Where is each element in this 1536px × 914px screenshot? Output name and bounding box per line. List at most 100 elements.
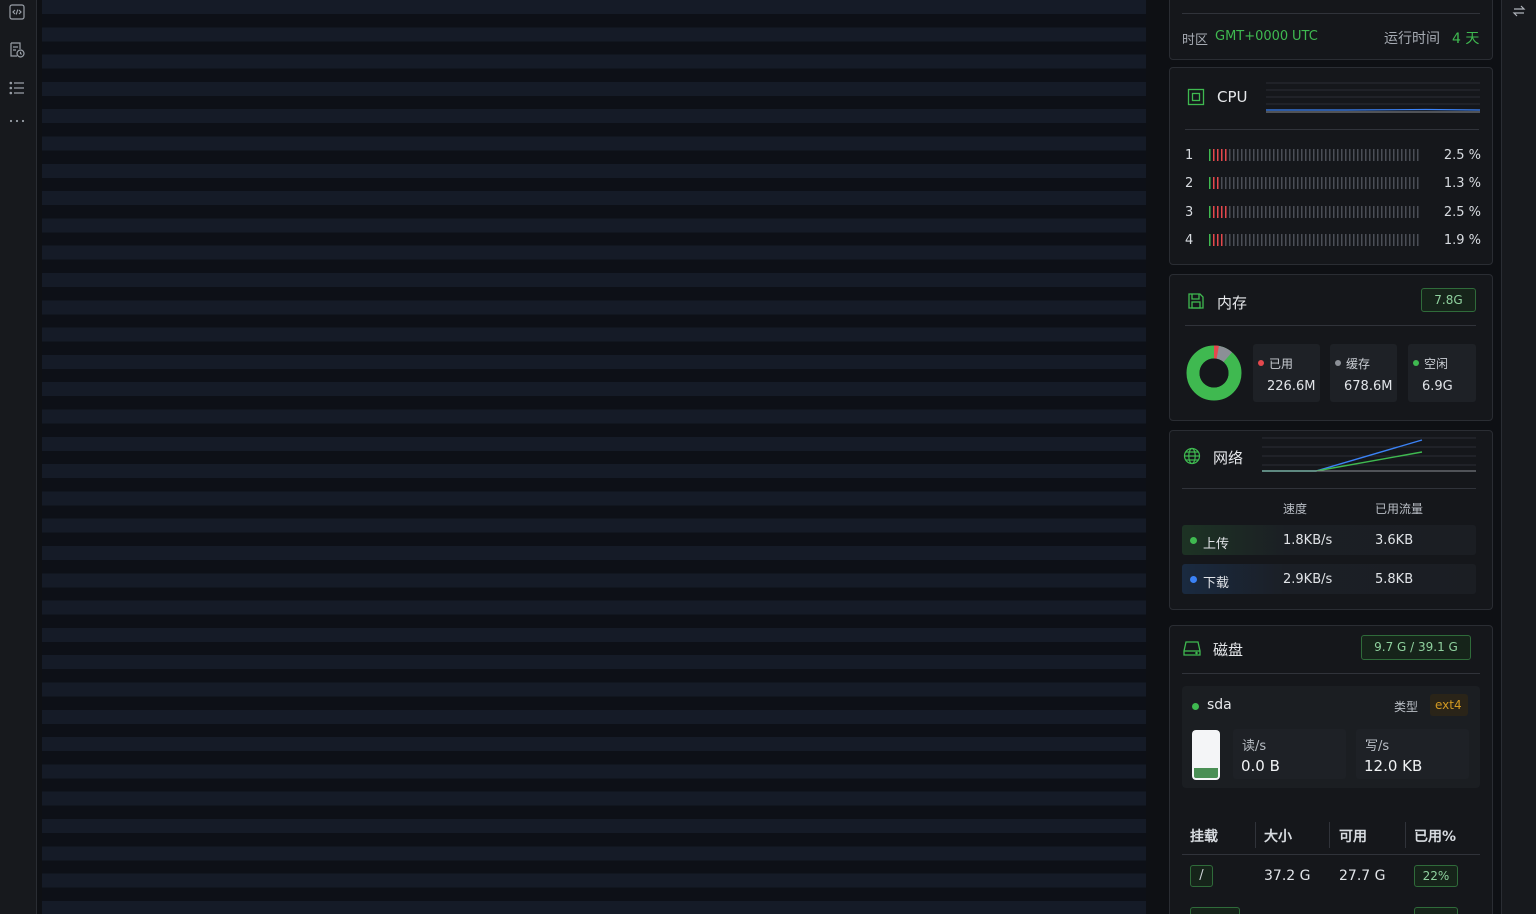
upload-traffic: 3.6KB bbox=[1375, 533, 1414, 548]
network-download-row: 下载 2.9KB/s 5.8KB bbox=[1182, 564, 1476, 594]
disk-usage-fill bbox=[1194, 768, 1218, 778]
memory-title: 内存 bbox=[1217, 294, 1248, 312]
memory-used-label: 已用 bbox=[1269, 357, 1294, 371]
cpu-card: CPU 1 2.5 % 2 1.3 % 3 2.5 % 4 1.9 % bbox=[1169, 67, 1493, 265]
disk-write-value: 12.0 KB bbox=[1364, 757, 1423, 775]
cpu-core-bar bbox=[1209, 177, 1419, 189]
disk-title: 磁盘 bbox=[1213, 641, 1244, 659]
memory-cache-value: 678.6M bbox=[1344, 379, 1393, 394]
mount-used-percent-badge-partial bbox=[1414, 907, 1458, 914]
disk-read-label: 读/s bbox=[1242, 739, 1267, 754]
network-card: 网络 速度 已用流量 上传 1.8KB/s 3.6KB 下载 2.9KB/s 5… bbox=[1169, 430, 1493, 610]
uptime-value: 4 天 bbox=[1452, 31, 1480, 47]
system-info-card: 时区 GMT+0000 UTC 运行时间 4 天 bbox=[1169, 0, 1493, 60]
memory-free-label: 空闲 bbox=[1424, 357, 1449, 371]
code-icon[interactable] bbox=[8, 3, 26, 21]
memory-card: 内存 7.8G 已用 226.6M 缓存 678.6M 空闲 6.9G bbox=[1169, 274, 1493, 421]
cpu-title: CPU bbox=[1217, 88, 1248, 106]
list-icon[interactable] bbox=[8, 79, 26, 97]
cpu-core-row: 1 2.5 % bbox=[1185, 147, 1481, 165]
cpu-core-index: 2 bbox=[1185, 176, 1194, 191]
left-toolbar bbox=[0, 0, 37, 914]
globe-icon bbox=[1183, 447, 1201, 465]
network-speed-header: 速度 bbox=[1283, 502, 1308, 516]
cpu-core-percent: 2.5 % bbox=[1443, 205, 1481, 220]
disk-read-value: 0.0 B bbox=[1241, 757, 1280, 775]
cpu-core-percent: 1.3 % bbox=[1443, 176, 1481, 191]
disk-write-label: 写/s bbox=[1365, 739, 1390, 754]
cpu-core-bar bbox=[1209, 234, 1419, 246]
disk-type-label: 类型 bbox=[1394, 700, 1419, 714]
mount-point-badge: / bbox=[1190, 865, 1213, 887]
column-header-available: 可用 bbox=[1339, 829, 1367, 845]
column-header-mount: 挂载 bbox=[1190, 829, 1218, 845]
memory-donut bbox=[1186, 345, 1242, 401]
uptime-label: 运行时间 bbox=[1384, 31, 1440, 47]
cpu-core-index: 3 bbox=[1185, 205, 1194, 220]
upload-label: 上传 bbox=[1203, 537, 1230, 552]
memory-icon bbox=[1187, 292, 1205, 310]
column-header-size: 大小 bbox=[1264, 829, 1292, 845]
disk-summary-badge: 9.7 G / 39.1 G bbox=[1361, 635, 1471, 660]
mount-available: 27.7 G bbox=[1339, 868, 1386, 884]
memory-total-badge: 7.8G bbox=[1421, 288, 1476, 312]
mount-size: 37.2 G bbox=[1264, 868, 1311, 884]
cpu-core-row: 3 2.5 % bbox=[1185, 204, 1481, 222]
column-header-used-percent: 已用% bbox=[1414, 829, 1457, 845]
free-dot bbox=[1413, 360, 1419, 366]
network-title: 网络 bbox=[1213, 449, 1244, 467]
disk-read-box: 读/s 0.0 B bbox=[1233, 729, 1346, 779]
disk-card: 磁盘 9.7 G / 39.1 G sda 类型 ext4 读/s 0.0 B … bbox=[1169, 625, 1493, 914]
cpu-core-row: 4 1.9 % bbox=[1185, 232, 1481, 250]
more-icon[interactable] bbox=[8, 112, 26, 130]
memory-used-box: 已用 226.6M bbox=[1253, 344, 1320, 402]
download-label: 下载 bbox=[1203, 576, 1230, 591]
device-status-dot bbox=[1192, 703, 1199, 710]
timezone-label: 时区 bbox=[1182, 33, 1209, 48]
timezone-offset: GMT+0000 bbox=[1215, 29, 1289, 44]
right-toolbar bbox=[1501, 0, 1536, 914]
file-clock-icon[interactable] bbox=[8, 41, 26, 59]
timezone-name: UTC bbox=[1292, 29, 1318, 44]
cpu-core-fill bbox=[1209, 177, 1221, 189]
network-traffic-header: 已用流量 bbox=[1375, 502, 1424, 516]
disk-write-box: 写/s 12.0 KB bbox=[1356, 729, 1469, 779]
cpu-core-row: 2 1.3 % bbox=[1185, 175, 1481, 193]
upload-dot bbox=[1190, 537, 1197, 544]
cpu-core-fill bbox=[1209, 149, 1229, 161]
cpu-core-fill bbox=[1209, 234, 1225, 246]
network-sparkline bbox=[1262, 437, 1476, 472]
cpu-core-bar bbox=[1209, 206, 1419, 218]
swap-arrows-icon[interactable] bbox=[1512, 4, 1526, 18]
mount-used-percent-badge: 22% bbox=[1414, 865, 1458, 887]
disk-device-panel: sda 类型 ext4 读/s 0.0 B 写/s 12.0 KB bbox=[1182, 686, 1480, 788]
memory-cache-label: 缓存 bbox=[1346, 357, 1371, 371]
disk-icon bbox=[1183, 639, 1201, 657]
cpu-core-percent: 1.9 % bbox=[1443, 233, 1481, 248]
server-status-panel: 时区 GMT+0000 UTC 运行时间 4 天 CPU 1 2.5 % 2 1… bbox=[1169, 0, 1493, 914]
memory-free-box: 空闲 6.9G bbox=[1408, 344, 1476, 402]
memory-cache-box: 缓存 678.6M bbox=[1330, 344, 1397, 402]
upload-speed: 1.8KB/s bbox=[1283, 533, 1333, 548]
cpu-core-percent: 2.5 % bbox=[1443, 148, 1481, 163]
download-speed: 2.9KB/s bbox=[1283, 572, 1333, 587]
network-upload-row: 上传 1.8KB/s 3.6KB bbox=[1182, 525, 1476, 555]
cpu-icon bbox=[1187, 88, 1205, 106]
cpu-sparkline bbox=[1266, 82, 1480, 113]
cpu-core-index: 1 bbox=[1185, 148, 1194, 163]
download-dot bbox=[1190, 576, 1197, 583]
download-traffic: 5.8KB bbox=[1375, 572, 1414, 587]
cache-dot bbox=[1335, 360, 1341, 366]
cpu-core-fill bbox=[1209, 206, 1229, 218]
cpu-core-bar bbox=[1209, 149, 1419, 161]
disk-type-value: ext4 bbox=[1435, 698, 1462, 712]
terminal-area[interactable] bbox=[42, 0, 1146, 914]
disk-type-badge: ext4 bbox=[1430, 694, 1468, 716]
disk-usage-indicator bbox=[1192, 730, 1220, 780]
mount-point-badge-partial bbox=[1190, 907, 1240, 914]
memory-used-value: 226.6M bbox=[1267, 379, 1316, 394]
memory-free-value: 6.9G bbox=[1422, 379, 1453, 394]
cpu-core-index: 4 bbox=[1185, 233, 1194, 248]
used-dot bbox=[1258, 360, 1264, 366]
disk-device-name: sda bbox=[1207, 697, 1232, 713]
